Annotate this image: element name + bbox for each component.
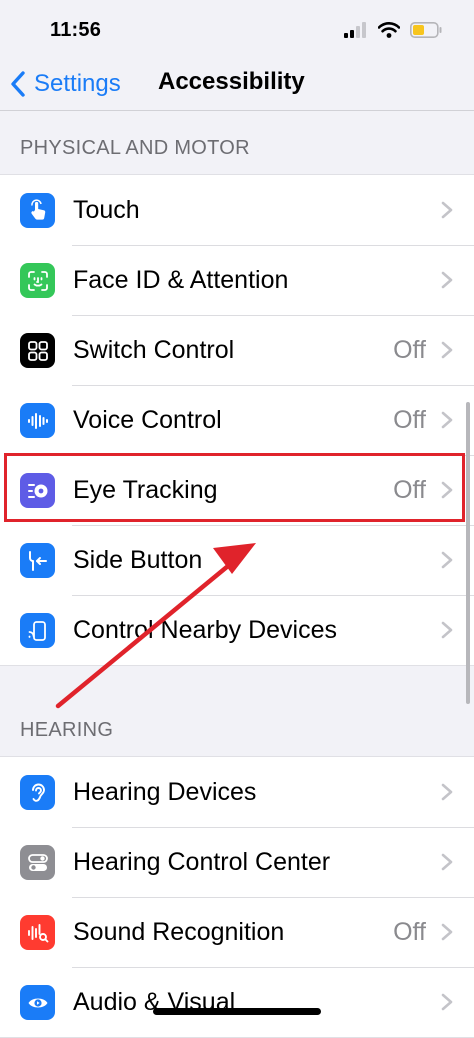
section-header-hearing: HEARING (20, 719, 114, 741)
row-audio-visual[interactable]: Audio & Visual (0, 967, 474, 1037)
row-label-sound-recognition: Sound Recognition (73, 917, 285, 946)
row-sound-recognition[interactable]: Sound Recognition Off (0, 897, 474, 967)
ear-icon (20, 775, 55, 810)
row-switch-control[interactable]: Switch Control Off (0, 315, 474, 385)
row-label-hearing-control-center: Hearing Control Center (73, 847, 331, 876)
toggles-icon (20, 845, 55, 880)
voice-control-icon (20, 403, 55, 438)
row-label-face-id: Face ID & Attention (73, 265, 289, 294)
chevron-right-icon (441, 621, 453, 639)
chevron-right-icon (441, 923, 453, 941)
back-button[interactable]: Settings (10, 66, 121, 102)
row-face-id-attention[interactable]: Face ID & Attention (0, 245, 474, 315)
row-value-sound-recognition: Off (393, 917, 426, 946)
hand-tap-icon (20, 193, 55, 228)
highlight-annotation-box (4, 453, 465, 522)
row-label-side-button: Side Button (73, 545, 203, 574)
row-value-voice-control: Off (393, 405, 426, 434)
audio-visual-icon (20, 985, 55, 1020)
sound-recognition-icon (20, 915, 55, 950)
chevron-right-icon (441, 853, 453, 871)
row-voice-control[interactable]: Voice Control Off (0, 385, 474, 455)
back-button-label: Settings (34, 70, 121, 97)
section-header-physical-motor: PHYSICAL AND MOTOR (20, 137, 250, 159)
status-bar: 11:56 (0, 0, 474, 62)
row-label-touch: Touch (73, 195, 140, 224)
row-label-hearing-devices: Hearing Devices (73, 777, 257, 806)
nearby-devices-icon (20, 613, 55, 648)
status-time: 11:56 (50, 19, 102, 41)
chevron-right-icon (441, 201, 453, 219)
chevron-right-icon (441, 411, 453, 429)
row-label-voice-control: Voice Control (73, 405, 222, 434)
row-label-control-nearby-devices: Control Nearby Devices (73, 615, 337, 644)
chevron-right-icon (441, 783, 453, 801)
chevron-right-icon (441, 341, 453, 359)
chevron-left-icon (11, 71, 25, 97)
side-button-icon (20, 543, 55, 578)
status-icons (344, 22, 442, 38)
face-id-icon (20, 263, 55, 298)
hearing-group: Hearing Devices Hearing Control Center S… (0, 756, 474, 1038)
row-control-nearby-devices[interactable]: Control Nearby Devices (0, 595, 474, 665)
navigation-bar: Settings Accessibility (0, 62, 474, 111)
row-hearing-control-center[interactable]: Hearing Control Center (0, 827, 474, 897)
scroll-indicator[interactable] (466, 402, 470, 704)
row-label-switch-control: Switch Control (73, 335, 235, 364)
physical-motor-group: Touch Face ID & Attention Switch Control… (0, 174, 474, 666)
chevron-right-icon (441, 993, 453, 1011)
row-side-button[interactable]: Side Button (0, 525, 474, 595)
row-value-switch-control: Off (393, 335, 426, 364)
row-touch[interactable]: Touch (0, 175, 474, 245)
chevron-right-icon (441, 271, 453, 289)
page-title: Accessibility (158, 68, 305, 95)
battery-icon (410, 22, 442, 38)
cellular-signal-icon (344, 22, 366, 38)
row-hearing-devices[interactable]: Hearing Devices (0, 757, 474, 827)
switch-control-icon (20, 333, 55, 368)
wifi-icon (378, 22, 400, 38)
chevron-right-icon (441, 551, 453, 569)
home-indicator[interactable] (153, 1008, 321, 1015)
